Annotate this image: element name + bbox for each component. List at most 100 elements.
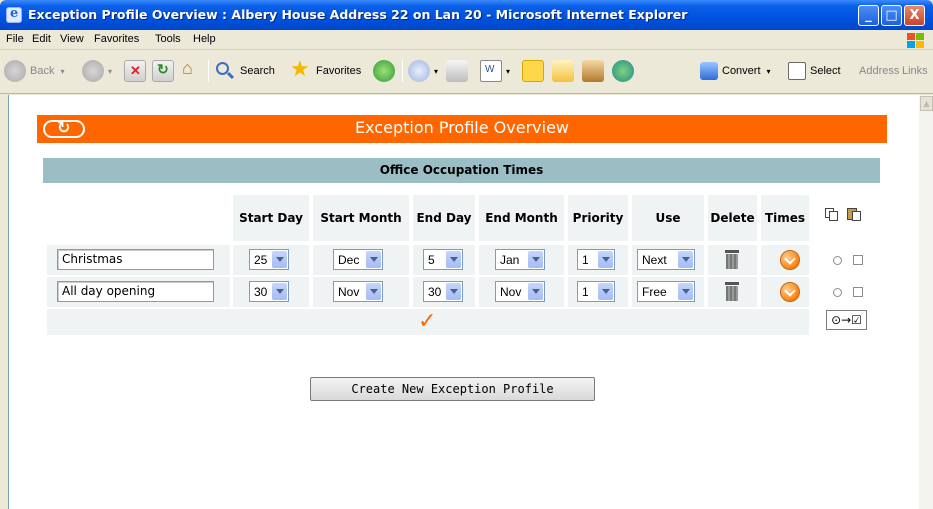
select-button[interactable]: Select xyxy=(788,58,841,84)
home-icon: ⌂ xyxy=(182,58,193,78)
print-button[interactable] xyxy=(446,58,472,84)
ie-icon xyxy=(6,6,22,23)
stop-button[interactable]: ✕ xyxy=(124,58,150,84)
forward-arrow-icon xyxy=(82,60,104,82)
browser-window: Exception Profile Overview : Albery Hous… xyxy=(0,0,933,509)
search-icon xyxy=(214,60,236,82)
chevron-down-icon xyxy=(366,283,381,300)
column-header-start-day: Start Day xyxy=(233,195,309,241)
messenger-button[interactable] xyxy=(612,58,638,84)
discuss-button[interactable] xyxy=(522,58,548,84)
search-button[interactable]: Search xyxy=(214,58,275,84)
chevron-down-icon xyxy=(598,251,613,268)
clock-icon[interactable] xyxy=(780,282,800,302)
convert-button[interactable]: Convert ▾ xyxy=(700,58,771,84)
name-column-header xyxy=(47,195,230,241)
messenger-tool-button[interactable] xyxy=(582,58,608,84)
create-exception-profile-button[interactable]: Create New Exception Profile xyxy=(310,377,595,401)
scroll-up-icon[interactable]: ▲ xyxy=(920,96,933,111)
print-icon xyxy=(446,60,468,82)
maximize-button[interactable]: □ xyxy=(881,5,902,26)
menu-file[interactable]: File xyxy=(6,33,24,45)
mail-icon xyxy=(408,60,430,82)
messenger-icon xyxy=(612,60,634,82)
back-arrow-icon xyxy=(4,60,26,82)
word-icon: W xyxy=(480,60,502,82)
edit-dropdown-icon[interactable]: ▾ xyxy=(506,67,510,76)
copy-icon[interactable] xyxy=(825,208,839,222)
menu-favorites[interactable]: Favorites xyxy=(94,33,139,45)
star-icon: ★ xyxy=(290,56,310,81)
section-title: Office Occupation Times xyxy=(43,158,880,183)
windows-logo-icon xyxy=(905,31,927,50)
chevron-down-icon xyxy=(272,251,287,268)
address-label: Address xyxy=(859,65,900,77)
mail-dropdown-icon[interactable]: ▾ xyxy=(434,67,438,76)
chevron-down-icon xyxy=(446,251,461,268)
end-month-select[interactable]: Jan xyxy=(495,249,545,270)
chevron-down-icon xyxy=(678,251,693,268)
forward-button[interactable]: ▾ xyxy=(82,58,112,84)
trash-icon[interactable] xyxy=(725,250,739,269)
home-button[interactable]: ⌂ xyxy=(180,58,206,84)
apply-copy-button[interactable]: ⊙→☑ xyxy=(826,310,867,330)
copy-source-radio[interactable] xyxy=(833,288,842,297)
chevron-down-icon xyxy=(446,283,461,300)
priority-select[interactable]: 1 xyxy=(577,281,615,302)
column-header-priority: Priority xyxy=(568,195,628,241)
copy-source-radio[interactable] xyxy=(833,256,842,265)
back-dropdown-icon[interactable]: ▾ xyxy=(60,67,64,76)
note-icon xyxy=(522,60,544,82)
menu-edit[interactable]: Edit xyxy=(32,33,51,45)
start-month-select[interactable]: Nov xyxy=(333,281,383,302)
use-select[interactable]: Free xyxy=(637,281,695,302)
profile-name-input[interactable]: All day opening xyxy=(57,281,214,302)
refresh-button[interactable]: ↻ xyxy=(152,58,178,84)
window-title: Exception Profile Overview : Albery Hous… xyxy=(28,7,688,22)
stop-icon: ✕ xyxy=(124,60,146,82)
start-day-select[interactable]: 25 xyxy=(249,249,289,270)
menu-help[interactable]: Help xyxy=(193,33,216,45)
select-icon xyxy=(788,62,806,80)
forward-dropdown-icon[interactable]: ▾ xyxy=(108,67,112,76)
paste-icon[interactable] xyxy=(847,207,861,221)
vertical-scrollbar[interactable]: ▲ xyxy=(918,95,933,509)
links-button[interactable]: Links xyxy=(902,58,928,84)
favorites-button[interactable]: ★ Favorites xyxy=(290,56,361,84)
clock-icon[interactable] xyxy=(780,250,800,270)
back-button[interactable]: Back ▾ xyxy=(4,58,64,84)
profile-name-input[interactable]: Christmas xyxy=(57,249,214,270)
page-content: Exception Profile Overview Office Occupa… xyxy=(8,95,919,509)
research-button[interactable] xyxy=(552,58,578,84)
end-month-select[interactable]: Nov xyxy=(495,281,545,302)
end-day-select[interactable]: 30 xyxy=(423,281,463,302)
paste-target-checkbox[interactable] xyxy=(853,287,863,297)
convert-dropdown-icon[interactable]: ▾ xyxy=(767,67,771,76)
start-month-select[interactable]: Dec xyxy=(333,249,383,270)
history-icon xyxy=(373,60,395,82)
close-button[interactable]: X xyxy=(904,5,925,26)
column-header-use: Use xyxy=(632,195,704,241)
use-select[interactable]: Next xyxy=(637,249,695,270)
menu-view[interactable]: View xyxy=(60,33,84,45)
menu-bar: File Edit View Favorites Tools Help xyxy=(0,30,933,50)
menu-tools[interactable]: Tools xyxy=(155,33,181,45)
checkmark-icon: ✓ xyxy=(418,309,437,334)
page-header: Exception Profile Overview xyxy=(37,115,887,143)
minimize-button[interactable]: _ xyxy=(858,5,879,26)
convert-icon xyxy=(700,62,718,80)
edit-word-button[interactable]: W ▾ xyxy=(480,58,510,84)
chevron-down-icon xyxy=(528,251,543,268)
column-header-delete: Delete xyxy=(708,195,757,241)
start-day-select[interactable]: 30 xyxy=(249,281,289,302)
paste-target-checkbox[interactable] xyxy=(853,255,863,265)
end-day-select[interactable]: 5 xyxy=(423,249,463,270)
chevron-down-icon xyxy=(272,283,287,300)
page-title: Exception Profile Overview xyxy=(355,118,569,137)
column-header-end-day: End Day xyxy=(413,195,475,241)
mail-button[interactable]: ▾ xyxy=(408,58,438,84)
history-button[interactable] xyxy=(373,58,399,84)
trash-icon[interactable] xyxy=(725,282,739,301)
toolbar: Back ▾ ▾ ✕ ↻ ⌂ Search ★ Favorites ▾ W ▾ … xyxy=(0,50,933,94)
priority-select[interactable]: 1 xyxy=(577,249,615,270)
